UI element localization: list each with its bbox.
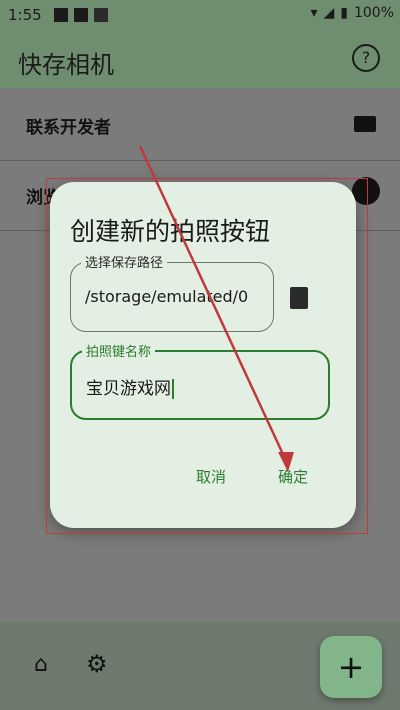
wifi-icon: ▾ [310, 5, 318, 21]
home-icon[interactable]: ⌂ [34, 652, 48, 677]
keyboard-icon [94, 8, 108, 22]
add-icon: + [337, 648, 365, 686]
signal-icon: ◢ [323, 5, 335, 21]
battery-percent: 100% [353, 5, 394, 21]
app-title: 快存相机 [18, 51, 114, 79]
app-bar: 快存相机 ? [0, 30, 400, 88]
add-button[interactable]: + [320, 636, 382, 698]
settings-icon[interactable]: ⚙ [86, 650, 108, 678]
list-item-contact-developer[interactable]: 联系开发者 [0, 90, 400, 161]
notification-icon-a [74, 8, 88, 22]
help-icon[interactable]: ? [352, 44, 380, 72]
notification-icon [54, 8, 68, 22]
mail-icon [354, 116, 376, 132]
status-right: ▾ ◢ ▮ 100% [310, 5, 394, 21]
status-bar: 1:55 ▾ ◢ ▮ 100% [0, 0, 400, 30]
status-time: 1:55 [8, 6, 42, 24]
battery-icon: ▮ [340, 5, 348, 21]
annotation-box [46, 178, 368, 534]
list-item-label: 联系开发者 [26, 118, 111, 138]
